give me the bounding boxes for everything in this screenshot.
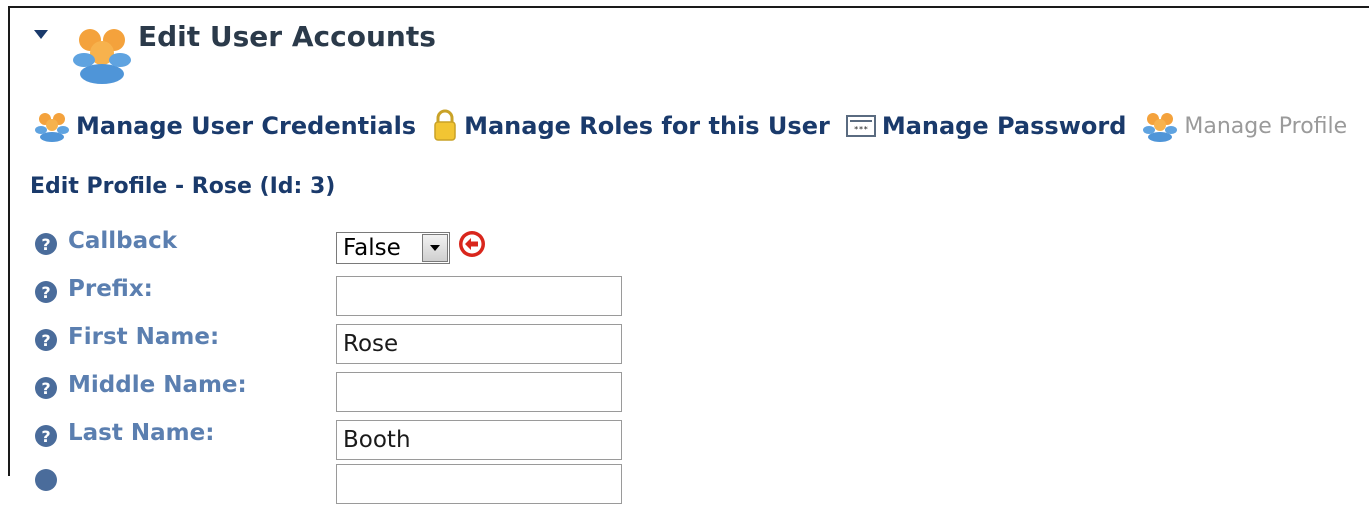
dropdown-button[interactable] [422, 234, 448, 262]
callback-label: Callback [68, 228, 178, 254]
prefix-label: Prefix: [68, 276, 153, 302]
lock-icon [434, 109, 456, 141]
middle-name-input[interactable] [336, 372, 622, 412]
help-icon[interactable]: ? [34, 424, 58, 448]
help-icon[interactable]: ? [34, 376, 58, 400]
svg-text:?: ? [41, 427, 50, 446]
undo-arrow-icon[interactable] [458, 230, 486, 258]
users-icon [1143, 113, 1178, 142]
svg-text:?: ? [41, 331, 50, 350]
help-icon[interactable] [34, 468, 58, 492]
prefix-row: ? Prefix: [34, 276, 674, 320]
first-name-row: ? First Name: [34, 324, 674, 368]
last-name-label: Last Name: [68, 420, 215, 446]
help-icon[interactable]: ? [34, 232, 58, 256]
svg-text:?: ? [41, 379, 50, 398]
users-icon [35, 113, 69, 142]
chevron-down-icon [430, 245, 440, 251]
manage-password-link[interactable]: *** Manage Password [845, 112, 1127, 140]
first-name-input[interactable] [336, 324, 622, 364]
callback-selected-value: False [343, 235, 401, 261]
manage-profile-label: Manage Profile [1184, 113, 1348, 139]
svg-text:?: ? [41, 235, 50, 254]
manage-roles-label: Manage Roles for this User [464, 112, 830, 140]
last-name-row: ? Last Name: [34, 420, 674, 464]
manage-password-label: Manage Password [881, 112, 1127, 140]
manage-user-credentials-link[interactable]: Manage User Credentials [34, 110, 416, 142]
svg-text:?: ? [41, 283, 50, 302]
help-icon[interactable]: ? [34, 328, 58, 352]
svg-text:***: *** [854, 125, 869, 134]
module-container: Edit User Accounts Manage User Credentia… [8, 6, 1369, 504]
manage-profile-link[interactable]: Manage Profile [1142, 110, 1347, 142]
users-group-icon [73, 29, 131, 84]
middle-name-row: ? Middle Name: [34, 372, 674, 416]
manage-roles-link[interactable]: Manage Roles for this User [432, 109, 830, 143]
help-icon[interactable]: ? [34, 280, 58, 304]
callback-row: ? Callback False [34, 228, 674, 272]
action-toolbar: Manage User Credentials Manage Roles for… [34, 104, 1363, 148]
middle-name-label: Middle Name: [68, 372, 247, 398]
suffix-input[interactable] [336, 464, 622, 504]
last-name-input[interactable] [336, 420, 622, 460]
suffix-row-partial [34, 464, 674, 508]
module-header: Edit User Accounts [10, 8, 1369, 98]
first-name-label: First Name: [68, 324, 220, 350]
page-title: Edit User Accounts [138, 20, 436, 53]
callback-select[interactable]: False [336, 232, 450, 264]
collapse-arrow-icon[interactable] [34, 30, 48, 39]
prefix-input[interactable] [336, 276, 622, 316]
manage-user-credentials-label: Manage User Credentials [76, 112, 417, 140]
section-title: Edit Profile - Rose (Id: 3) [30, 174, 336, 199]
password-field-icon: *** [845, 115, 876, 137]
